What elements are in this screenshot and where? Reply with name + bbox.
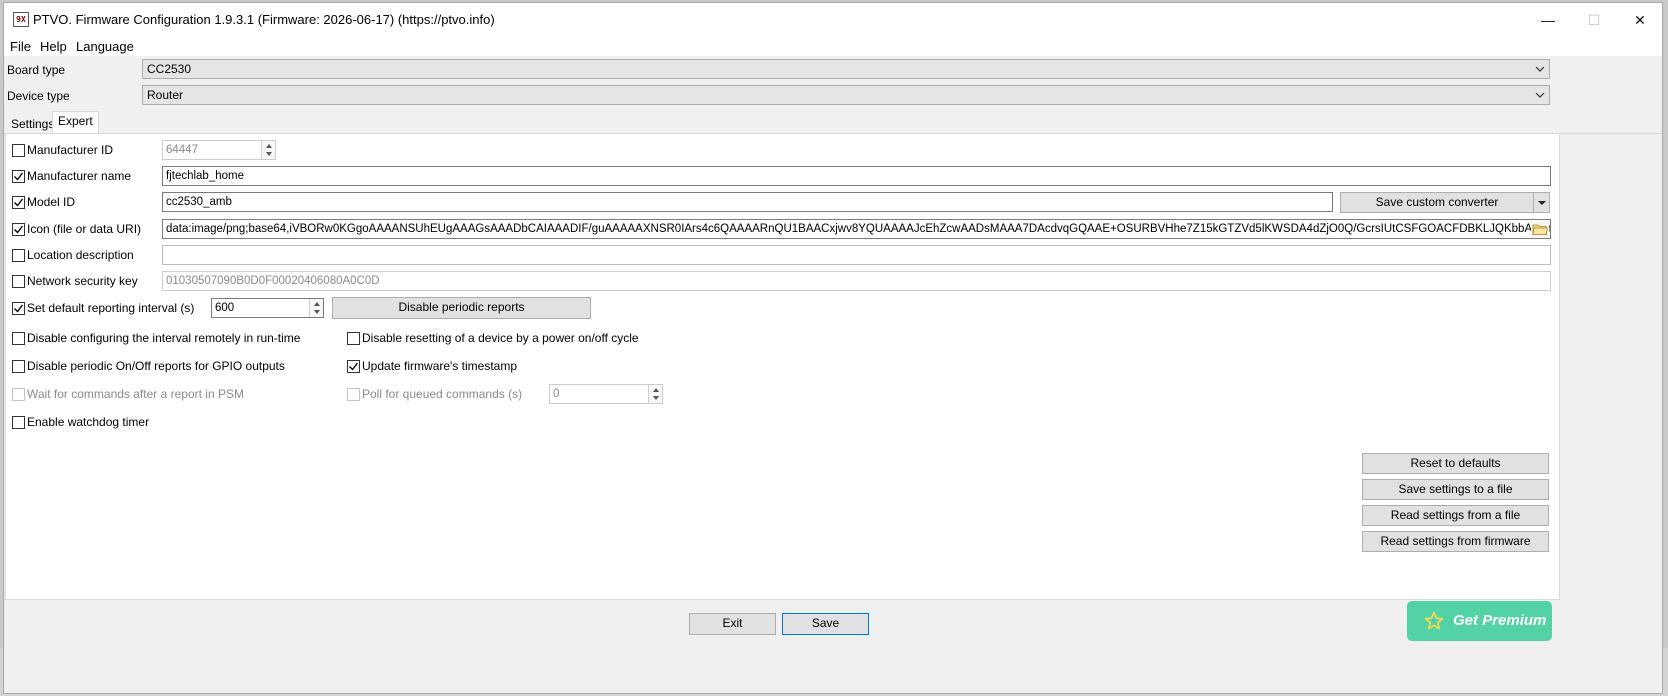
tab-strip: Settings Expert xyxy=(4,111,1662,134)
update-timestamp-checkbox[interactable] xyxy=(347,360,360,373)
network-security-key-checkbox[interactable] xyxy=(12,275,25,288)
checkmark-icon xyxy=(14,225,24,234)
title-bar: 9X PTVO. Firmware Configuration 1.9.3.1 … xyxy=(4,3,1662,37)
checkmark-icon xyxy=(14,304,24,313)
tab-expert[interactable]: Expert xyxy=(52,111,99,133)
poll-queued-spinner[interactable] xyxy=(648,385,662,403)
minimize-button[interactable]: — xyxy=(1525,3,1571,37)
model-id-label: Model ID xyxy=(27,195,76,209)
menu-file[interactable]: File xyxy=(10,39,31,54)
menu-bar: File Help Language xyxy=(4,37,1662,56)
checkmark-icon xyxy=(349,362,359,371)
app-icon: 9X xyxy=(13,12,29,27)
manufacturer-id-input[interactable]: 64447 xyxy=(162,140,276,160)
save-button[interactable]: Save xyxy=(782,613,869,635)
board-type-select[interactable]: CC2530 xyxy=(142,59,1550,79)
disable-resetting-checkbox[interactable] xyxy=(347,332,360,345)
save-settings-to-file-button[interactable]: Save settings to a file xyxy=(1362,479,1549,500)
update-timestamp-label: Update firmware's timestamp xyxy=(362,359,518,373)
close-button[interactable]: ✕ xyxy=(1617,3,1662,37)
poll-queued-input[interactable]: 0 xyxy=(549,384,663,404)
board-type-label: Board type xyxy=(7,63,66,77)
manufacturer-id-spinner[interactable] xyxy=(261,141,275,159)
folder-open-icon[interactable] xyxy=(1531,221,1549,237)
maximize-button[interactable]: ☐ xyxy=(1571,3,1617,37)
location-description-checkbox[interactable] xyxy=(12,249,25,262)
manufacturer-name-input[interactable]: fjtechlab_home xyxy=(162,166,1551,186)
menu-language[interactable]: Language xyxy=(76,39,134,54)
location-description-label: Location description xyxy=(27,248,134,262)
manufacturer-id-checkbox[interactable] xyxy=(12,144,25,157)
chevron-down-icon xyxy=(1535,92,1545,98)
get-premium-button[interactable]: Get Premium xyxy=(1407,601,1552,641)
dropdown-arrow-icon[interactable] xyxy=(1533,193,1549,212)
star-icon xyxy=(1424,611,1444,630)
board-type-value: CC2530 xyxy=(147,62,192,76)
poll-queued-label: Poll for queued commands (s) xyxy=(362,387,523,401)
reporting-interval-checkbox[interactable] xyxy=(12,302,25,315)
wait-for-commands-checkbox[interactable] xyxy=(12,388,25,401)
disable-resetting-label: Disable resetting of a device by a power… xyxy=(362,331,639,345)
model-id-checkbox[interactable] xyxy=(12,196,25,209)
device-type-select[interactable]: Router xyxy=(142,85,1550,105)
device-type-value: Router xyxy=(147,88,184,102)
enable-watchdog-label: Enable watchdog timer xyxy=(27,415,150,429)
manufacturer-name-label: Manufacturer name xyxy=(27,169,132,183)
device-type-label: Device type xyxy=(7,89,70,103)
disable-configuring-label: Disable configuring the interval remotel… xyxy=(27,331,301,345)
manufacturer-id-label: Manufacturer ID xyxy=(27,143,114,157)
location-description-input[interactable] xyxy=(162,245,1551,265)
read-settings-from-firmware-button[interactable]: Read settings from firmware xyxy=(1362,531,1549,552)
menu-help[interactable]: Help xyxy=(40,39,67,54)
window-title: PTVO. Firmware Configuration 1.9.3.1 (Fi… xyxy=(33,12,495,27)
chevron-down-icon xyxy=(1535,66,1545,72)
reporting-interval-spinner[interactable] xyxy=(309,299,323,317)
icon-label: Icon (file or data URI) xyxy=(27,222,142,236)
reporting-interval-value: 600 xyxy=(215,302,235,314)
model-id-input[interactable]: cc2530_amb xyxy=(162,192,1333,212)
icon-value: data:image/png;base64,iVBORw0KGgoAAAANSU… xyxy=(166,223,1550,235)
network-security-key-value: 01030507090B0D0F00020406080A0C0D xyxy=(166,275,380,287)
reset-to-defaults-button[interactable]: Reset to defaults xyxy=(1362,453,1549,474)
manufacturer-name-checkbox[interactable] xyxy=(12,170,25,183)
enable-watchdog-checkbox[interactable] xyxy=(12,416,25,429)
disable-periodic-reports-button[interactable]: Disable periodic reports xyxy=(332,297,591,319)
expert-panel: Manufacturer ID 64447 Manufacturer name … xyxy=(5,134,1560,600)
poll-queued-checkbox[interactable] xyxy=(347,388,360,401)
poll-queued-value: 0 xyxy=(553,388,560,400)
manufacturer-name-value: fjtechlab_home xyxy=(166,170,244,182)
reporting-interval-input[interactable]: 600 xyxy=(211,298,324,318)
save-custom-converter-label: Save custom converter xyxy=(1375,195,1499,209)
icon-checkbox[interactable] xyxy=(12,223,25,236)
get-premium-label: Get Premium xyxy=(1453,612,1547,629)
reporting-interval-label: Set default reporting interval (s) xyxy=(27,301,195,315)
read-settings-from-file-button[interactable]: Read settings from a file xyxy=(1362,505,1549,526)
exit-button[interactable]: Exit xyxy=(689,613,776,635)
icon-input[interactable]: data:image/png;base64,iVBORw0KGgoAAAANSU… xyxy=(162,219,1551,239)
checkmark-icon xyxy=(14,198,24,207)
disable-onoff-reports-checkbox[interactable] xyxy=(12,360,25,373)
wait-for-commands-label: Wait for commands after a report in PSM xyxy=(27,387,244,401)
network-security-key-label: Network security key xyxy=(27,274,138,288)
network-security-key-input[interactable]: 01030507090B0D0F00020406080A0C0D xyxy=(162,271,1551,291)
disable-onoff-reports-label: Disable periodic On/Off reports for GPIO… xyxy=(27,359,285,373)
manufacturer-id-value: 64447 xyxy=(166,144,198,156)
save-custom-converter-button[interactable]: Save custom converter xyxy=(1340,192,1550,213)
checkmark-icon xyxy=(14,172,24,181)
app-window: 9X PTVO. Firmware Configuration 1.9.3.1 … xyxy=(3,2,1663,694)
model-id-value: cc2530_amb xyxy=(166,196,232,208)
disable-configuring-checkbox[interactable] xyxy=(12,332,25,345)
